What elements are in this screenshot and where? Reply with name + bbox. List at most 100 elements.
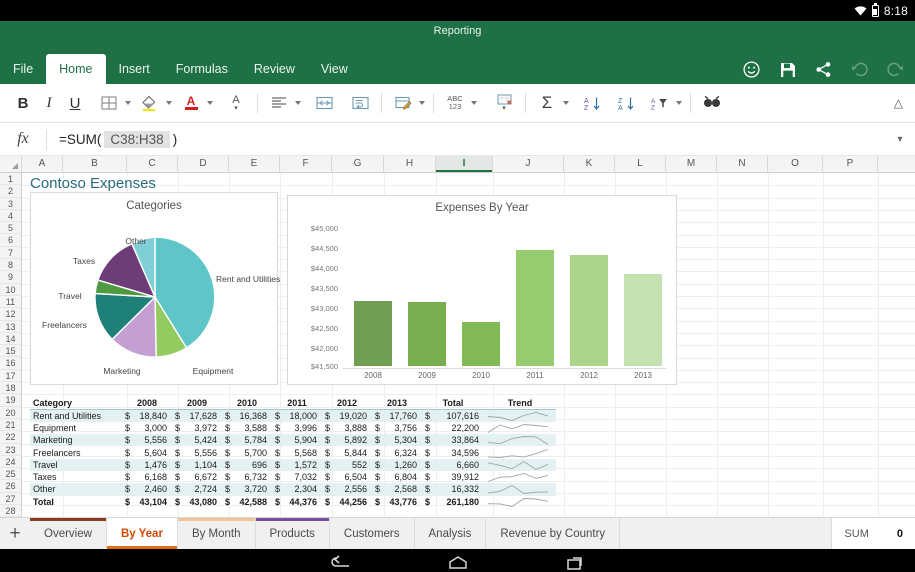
filter-button[interactable]: AZ [647, 88, 673, 118]
row-header-1[interactable]: 1 [0, 173, 21, 186]
sort-ascending-button[interactable]: AZ [579, 88, 605, 118]
row-header-23[interactable]: 23 [0, 444, 21, 456]
autosum-button[interactable]: Σ [534, 88, 560, 118]
merge-cells-button[interactable] [311, 88, 337, 118]
back-arrow-icon[interactable] [329, 554, 351, 572]
row-header-19[interactable]: 19 [0, 394, 21, 407]
undo-icon[interactable] [850, 60, 869, 79]
insert-function-button[interactable]: ▾ [491, 88, 517, 118]
column-header-C[interactable]: C [127, 156, 178, 172]
row-header-8[interactable]: 8 [0, 259, 21, 272]
column-header-K[interactable]: K [564, 156, 615, 172]
row-header-27[interactable]: 27 [0, 493, 21, 506]
table-row[interactable]: Freelancers $5,604 $5,556 $5,700 $5,568 $5,84… [30, 446, 556, 458]
cell-styles-button[interactable] [390, 88, 416, 118]
status-summary[interactable]: SUM 0 [831, 518, 915, 549]
table-row[interactable]: Total $43,104 $43,080 $42,588 $44,376 $44,256… [30, 496, 556, 508]
sheet-tab-analysis[interactable]: Analysis [414, 518, 487, 549]
row-header-3[interactable]: 3 [0, 198, 21, 210]
borders-caret-icon[interactable] [125, 101, 131, 105]
row-header-5[interactable]: 5 [0, 222, 21, 235]
table-row[interactable]: Other $2,460 $2,724 $3,720 $2,304 $2,556 $2,56… [30, 483, 556, 496]
redo-icon[interactable] [886, 60, 905, 79]
underline-button[interactable]: U [62, 88, 88, 118]
ribbon-tab-insert[interactable]: Insert [106, 54, 163, 84]
row-header-18[interactable]: 18 [0, 382, 21, 395]
row-header-2[interactable]: 2 [0, 185, 21, 198]
row-header-26[interactable]: 26 [0, 480, 21, 493]
save-icon[interactable] [778, 60, 797, 79]
column-header-E[interactable]: E [229, 156, 280, 172]
autosum-caret-icon[interactable] [563, 101, 569, 105]
row-header-15[interactable]: 15 [0, 345, 21, 358]
find-button[interactable] [699, 88, 725, 118]
font-color-caret-icon[interactable] [207, 101, 213, 105]
column-header-M[interactable]: M [666, 156, 717, 172]
share-icon[interactable] [814, 60, 833, 79]
filter-caret-icon[interactable] [676, 101, 682, 105]
sort-descending-button[interactable]: ZA [613, 88, 639, 118]
categories-pie-chart[interactable]: Categories Rent and Utilities Equipment … [30, 192, 280, 385]
align-button[interactable] [266, 88, 292, 118]
row-header-14[interactable]: 14 [0, 333, 21, 346]
expenses-by-year-bar-chart[interactable]: Expenses By Year $45,000 $44,500 $44,000… [287, 195, 677, 385]
column-header-D[interactable]: D [178, 156, 229, 172]
insert-function-icon[interactable]: fx [0, 130, 46, 148]
row-header-6[interactable]: 6 [0, 234, 21, 247]
italic-button[interactable]: I [36, 88, 62, 118]
column-header-H[interactable]: H [384, 156, 436, 172]
table-row[interactable]: Rent and Utilities $18,840 $17,628 $16,368 $… [30, 409, 556, 422]
wrap-text-button[interactable] [347, 88, 373, 118]
align-caret-icon[interactable] [295, 101, 301, 105]
column-header-O[interactable]: O [768, 156, 823, 172]
row-header-7[interactable]: 7 [0, 247, 21, 260]
add-sheet-button[interactable]: + [0, 518, 30, 549]
borders-button[interactable] [96, 88, 122, 118]
home-icon[interactable] [447, 555, 469, 572]
row-header-4[interactable]: 4 [0, 210, 21, 223]
collapse-ribbon-icon[interactable]: △ [894, 96, 903, 110]
table-row[interactable]: Marketing $5,556 $5,424 $5,784 $5,904 $5,892 $… [30, 434, 556, 447]
row-header-11[interactable]: 11 [0, 296, 21, 309]
formula-expand-icon[interactable]: ▾ [885, 134, 915, 145]
row-header-21[interactable]: 21 [0, 419, 21, 432]
grid-cells[interactable]: Contoso Expenses Categories Rent and Uti… [22, 173, 915, 517]
sheet-tab-overview[interactable]: Overview [30, 518, 107, 549]
table-row[interactable]: Travel $1,476 $1,104 $696 $1,572 $552 $1,260 $6… [30, 458, 556, 471]
sheet-tab-by-year[interactable]: By Year [106, 518, 178, 549]
column-header-L[interactable]: L [615, 156, 666, 172]
fill-color-button[interactable] [137, 88, 163, 118]
cell-styles-caret-icon[interactable] [419, 101, 425, 105]
ribbon-tab-file[interactable]: File [0, 54, 46, 84]
row-header-20[interactable]: 20 [0, 407, 21, 419]
table-row[interactable]: Equipment $3,000 $3,972 $3,588 $3,996 $3,888 $… [30, 422, 556, 434]
ribbon-tab-review[interactable]: Review [241, 54, 308, 84]
select-all-corner[interactable] [0, 156, 22, 172]
number-format-button[interactable]: ABC 123 [442, 88, 468, 118]
column-header-I[interactable]: I [436, 156, 493, 172]
ribbon-tab-formulas[interactable]: Formulas [163, 54, 241, 84]
ribbon-tab-home[interactable]: Home [46, 54, 106, 84]
column-header-A[interactable]: A [22, 156, 63, 172]
bold-button[interactable]: B [10, 88, 36, 118]
expenses-data-table[interactable]: Category 2008 2009 2010 2011 2012 2013 Total Tre… [30, 397, 556, 508]
row-header-9[interactable]: 9 [0, 271, 21, 284]
column-header-G[interactable]: G [332, 156, 384, 172]
ribbon-tab-view[interactable]: View [308, 54, 361, 84]
sheet-tab-products[interactable]: Products [255, 518, 330, 549]
row-header-16[interactable]: 16 [0, 357, 21, 370]
column-header-J[interactable]: J [493, 156, 564, 172]
row-header-22[interactable]: 22 [0, 431, 21, 444]
sheet-tab-revenue-by-country[interactable]: Revenue by Country [486, 518, 621, 549]
formula-input[interactable]: =SUM( C38:H38 ) [47, 130, 885, 148]
recent-apps-icon[interactable] [565, 555, 587, 572]
row-header-17[interactable]: 17 [0, 370, 21, 383]
row-header-28[interactable]: 28 [0, 505, 21, 517]
row-header-13[interactable]: 13 [0, 321, 21, 333]
row-header-25[interactable]: 25 [0, 468, 21, 481]
font-color-button[interactable]: A [178, 88, 204, 118]
row-header-12[interactable]: 12 [0, 308, 21, 321]
row-header-10[interactable]: 10 [0, 284, 21, 296]
table-row[interactable]: Taxes $6,168 $6,672 $6,732 $7,032 $6,504 $6,80… [30, 471, 556, 483]
column-header-P[interactable]: P [823, 156, 878, 172]
